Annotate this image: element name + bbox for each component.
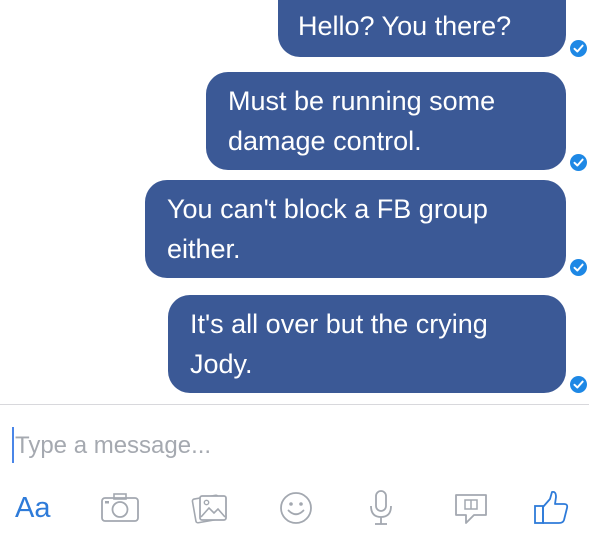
gallery-icon[interactable] (189, 488, 231, 528)
sticker-icon[interactable] (450, 488, 492, 528)
emoji-icon[interactable] (275, 488, 317, 528)
camera-icon[interactable] (99, 488, 141, 528)
text-cursor (12, 427, 14, 463)
message-bubble[interactable]: It's all over but the crying Jody. (168, 295, 566, 393)
message-bubble[interactable]: Must be running some damage control. (206, 72, 566, 170)
message-bubble[interactable]: Hello? You there? (278, 0, 566, 57)
check-icon (570, 154, 587, 171)
check-icon (570, 376, 587, 393)
check-icon (570, 40, 587, 57)
check-icon (570, 259, 587, 276)
text-style-button[interactable]: Aa (15, 491, 50, 525)
message-bubble[interactable]: You can't block a FB group either. (145, 180, 566, 278)
like-icon[interactable] (531, 488, 573, 528)
composer-divider (0, 404, 589, 405)
message-input[interactable] (9, 426, 575, 466)
microphone-icon[interactable] (360, 488, 402, 528)
